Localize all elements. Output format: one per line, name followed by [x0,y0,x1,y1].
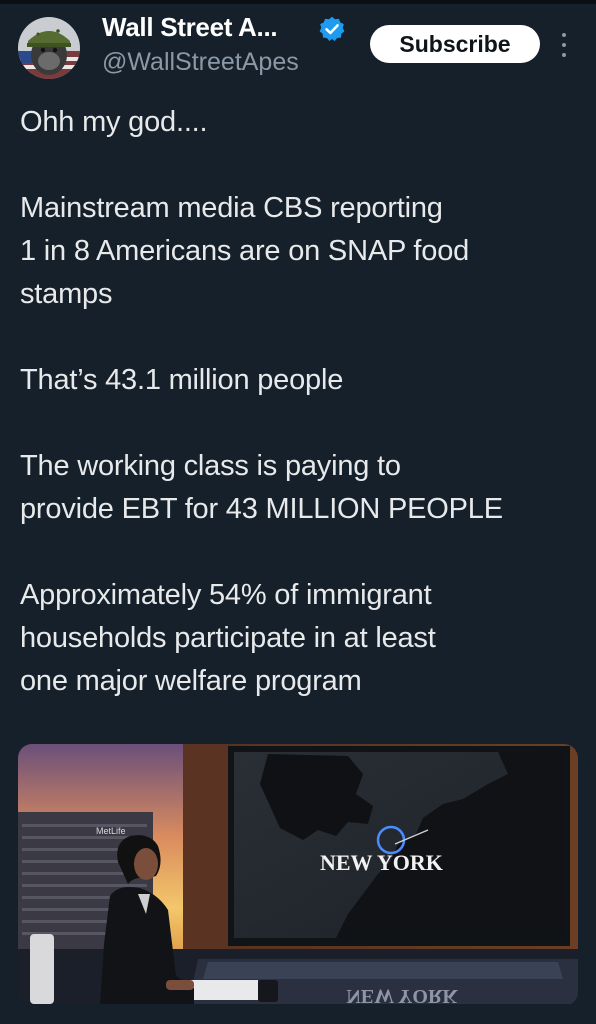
tweet-line: 1 in 8 Americans are on SNAP food [20,235,470,267]
tweet-paragraph: That’s 43.1 million people [20,359,590,402]
more-dot [562,33,566,37]
tweet-paragraph: Approximately 54% of immigrant households… [20,574,590,703]
tweet-paragraph: Ohh my god.... [20,101,590,144]
tweet-line: stamps [20,278,113,310]
more-dot [562,43,566,47]
more-dot [562,53,566,57]
tweet-line: households participate in at least [20,622,436,654]
tweet-line: provide EBT for 43 MILLION PEOPLE [20,493,503,525]
tweet-paragraph: The working class is paying to provide EB… [20,445,590,531]
tweet-media-image[interactable]: MetLife NEW YORK NEW YORK [18,744,578,1006]
desk-text: NEW YORK [346,985,458,1006]
anchor-chair [30,934,54,1004]
status-strip [0,0,596,4]
verified-badge-icon [319,16,345,42]
author-avatar[interactable] [18,17,80,79]
tweet-line: Approximately 54% of immigrant [20,579,432,611]
desk-logo-reflection: NEW YORK [346,985,458,1006]
author-handle[interactable]: @WallStreetApes [102,48,299,77]
tweet-line: one major welfare program [20,665,362,697]
subscribe-button[interactable]: Subscribe [370,25,540,63]
tweet-line: That’s 43.1 million people [20,364,344,396]
more-vertical-icon[interactable] [556,30,572,60]
tweet-line: Ohh my god.... [20,106,208,138]
tweet-text: Ohh my god.... Mainstream media CBS repor… [20,101,590,703]
map-city-label: NEW YORK [320,850,443,875]
building-sign: MetLife [96,826,126,836]
tweet-paragraph: Mainstream media CBS reporting 1 in 8 Ame… [20,187,590,316]
tweet-line: The working class is paying to [20,450,401,482]
bottom-strip [0,1004,596,1024]
author-display-name[interactable]: Wall Street A... [102,12,278,43]
tweet-line: Mainstream media CBS reporting [20,192,443,224]
gorilla-soldier-avatar-icon [18,17,80,79]
